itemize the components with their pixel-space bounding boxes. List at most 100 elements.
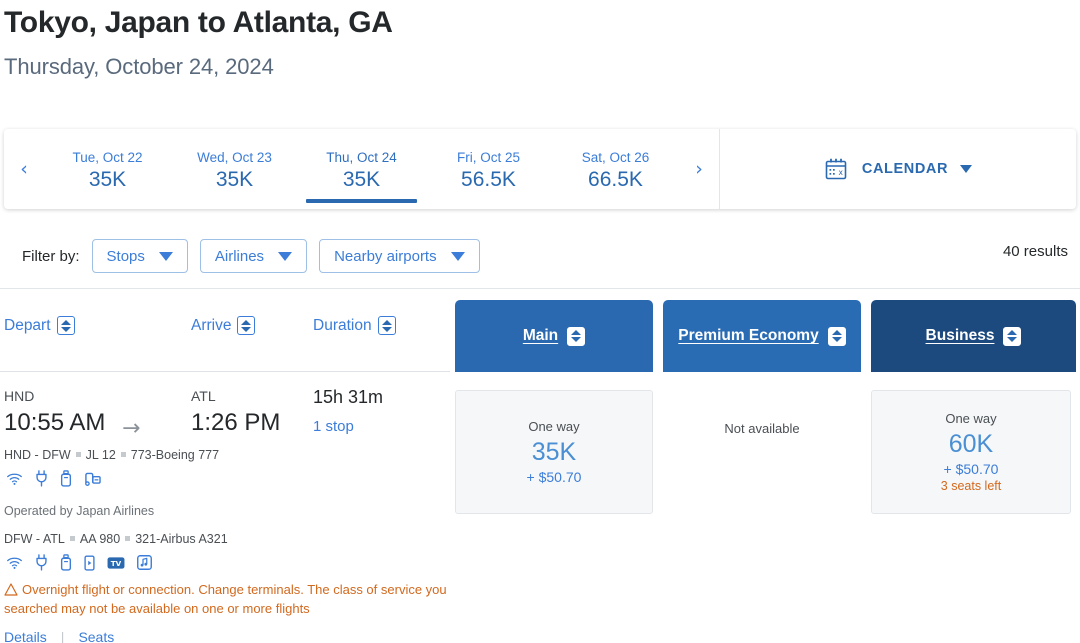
date-option-3[interactable]: Fri, Oct 25 56.5K [425,129,552,209]
fare-cash: + $50.70 [943,461,999,477]
date-label: Thu, Oct 24 [326,150,397,165]
cabin-label: Premium Economy [678,327,819,344]
power-icon [36,554,47,571]
power-icon [36,470,47,487]
chevron-down-icon [158,251,173,261]
sort-arrive-header[interactable]: Arrive [191,316,256,335]
date-option-1[interactable]: Wed, Oct 23 35K [171,129,298,209]
date-label: Fri, Oct 25 [456,150,520,165]
seats-link[interactable]: Seats [78,629,114,643]
cabin-header-premium-economy[interactable]: Premium Economy [663,300,861,372]
fare-card-main[interactable]: One way 35K + $50.70 [455,390,653,514]
calendar-icon: x [825,158,847,180]
wifi-icon [7,557,22,569]
triangle-down-icon [381,326,392,332]
fare-card-business[interactable]: One way 60K + $50.70 3 seats left [871,390,1071,514]
warning-triangle-icon [4,583,18,596]
entertainment-icon [85,472,101,486]
warning-text: Overnight flight or connection. Change t… [4,582,447,616]
operated-by-label: Operated by Japan Airlines [4,504,155,518]
triangle-up-icon [831,330,842,335]
details-link[interactable]: Details [4,629,47,643]
date-option-0[interactable]: Tue, Oct 22 35K [44,129,171,209]
triangle-down-icon [1007,337,1018,342]
date-option-4[interactable]: Sat, Oct 26 66.5K [552,129,679,209]
leg-1-details: HND - DFW JL 12 773-Boeing 777 [4,448,219,462]
chevron-down-icon [450,251,465,261]
filter-nearby-airports-dropdown[interactable]: Nearby airports [319,239,480,273]
triangle-down-icon [241,326,252,332]
page-title: Tokyo, Japan to Atlanta, GA [4,6,393,39]
leg-route: DFW - ATL [4,532,65,546]
triangle-up-icon [571,330,582,335]
column-label: Arrive [191,316,232,334]
sort-duration-header[interactable]: Duration [313,316,396,335]
date-price: 66.5K [588,168,643,191]
usb-icon [60,470,72,487]
cabin-header-main[interactable]: Main [455,300,653,372]
dot-separator [120,452,126,457]
fare-cash: + $50.70 [526,469,582,485]
triangle-down-icon [571,337,582,342]
arrive-airport-code: ATL [191,388,216,404]
flight-warning-message: Overnight flight or connection. Change t… [4,580,454,618]
leg-2-amenities: TV [6,554,152,571]
fare-type-label: One way [528,419,580,434]
fare-type-label: One way [945,411,997,426]
leg-aircraft: 321-Airbus A321 [135,532,228,546]
sort-icon [567,326,586,346]
triangle-up-icon [60,319,71,325]
filter-divider [0,288,1080,289]
wifi-icon [7,473,22,485]
leg-route: HND - DFW [4,448,71,462]
results-count: 40 results [1002,243,1068,260]
cabin-label: Main [522,327,559,344]
arrow-right-icon: → [122,416,141,441]
usb-icon [60,554,72,571]
triangle-down-icon [831,337,842,342]
triangle-down-icon [60,326,71,332]
sort-icon [827,326,846,346]
date-option-2-selected[interactable]: Thu, Oct 24 35K [298,129,425,209]
depart-time: 10:55 AM [4,409,106,436]
date-price: 35K [88,168,127,191]
header-divider [0,371,450,372]
flight-action-links: Details | Seats [4,629,114,643]
fare-seats-left: 3 seats left [940,479,1002,493]
fare-miles: 35K [531,438,577,466]
triangle-up-icon [1007,330,1018,335]
dot-separator [69,536,75,541]
cabin-header-business[interactable]: Business [871,300,1076,372]
filter-label: Stops [106,247,145,265]
dot-separator [75,452,81,457]
date-label: Wed, Oct 23 [197,150,272,165]
sort-icon [56,316,75,335]
filter-stops-dropdown[interactable]: Stops [91,239,188,273]
sort-depart-header[interactable]: Depart [4,316,75,335]
leg-2-details: DFW - ATL AA 980 321-Airbus A321 [4,532,228,546]
next-dates-button[interactable]: › [679,129,719,209]
sort-icon [1003,326,1022,346]
triangle-up-icon [381,319,392,325]
prev-dates-button[interactable]: ‹ [4,129,44,209]
stops-link[interactable]: 1 stop [313,418,354,435]
calendar-button[interactable]: x CALENDAR [720,129,1076,209]
tv-icon: TV [107,556,125,569]
date-price: 35K [215,168,254,191]
date-price: 56.5K [461,168,516,191]
filter-by-label: Filter by: [22,247,80,265]
dot-separator [125,536,131,541]
link-separator: | [60,629,65,643]
calendar-label: CALENDAR [861,161,949,177]
filter-airlines-dropdown[interactable]: Airlines [199,239,308,273]
date-selector-bar: ‹ Tue, Oct 22 35K Wed, Oct 23 35K Thu, O… [4,129,1076,209]
date-price: 35K [342,168,381,191]
column-header-row: Depart Arrive Duration [0,316,460,346]
date-list-panel: ‹ Tue, Oct 22 35K Wed, Oct 23 35K Thu, O… [4,129,720,209]
music-icon [137,555,152,570]
leg-flight-number: AA 980 [79,532,121,546]
filter-label: Nearby airports [334,247,437,265]
leg-flight-number: JL 12 [85,448,116,462]
flight-results-page: Tokyo, Japan to Atlanta, GA Thursday, Oc… [0,0,1080,643]
leg-1-amenities [6,470,101,487]
